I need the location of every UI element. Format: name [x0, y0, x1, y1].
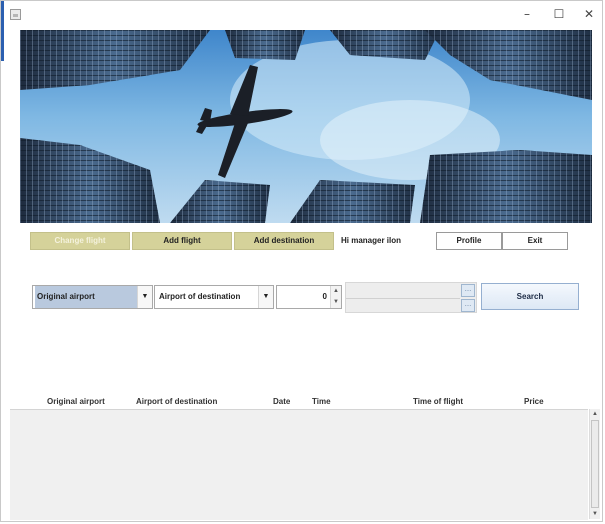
column-price[interactable]: Price: [524, 394, 544, 410]
banner-image: [20, 30, 592, 223]
column-airport-of-destination[interactable]: Airport of destination: [136, 394, 217, 410]
column-date[interactable]: Date: [273, 394, 290, 410]
maximize-button[interactable]: ☐: [550, 6, 568, 22]
passenger-count-value[interactable]: 0: [277, 286, 330, 308]
exit-button[interactable]: Exit: [502, 232, 568, 250]
add-destination-button[interactable]: Add destination: [234, 232, 334, 250]
column-time-of-flight[interactable]: Time of flight: [413, 394, 463, 410]
spinner-down-icon[interactable]: ▼: [330, 297, 341, 308]
app-window: – ☐ ✕ Change flight Add flight Add desti…: [0, 0, 603, 522]
destination-airport-value: Airport of destination: [159, 292, 241, 301]
scrollbar-thumb[interactable]: [591, 420, 599, 508]
search-button[interactable]: Search: [481, 283, 579, 310]
title-bar[interactable]: – ☐ ✕: [1, 1, 604, 27]
add-flight-button[interactable]: Add flight: [132, 232, 232, 250]
airplane-skyscrapers-illustration: [20, 30, 592, 223]
date-picker-button-icon[interactable]: …: [461, 299, 475, 312]
passenger-count-spinner[interactable]: 0 ▲ ▼: [276, 285, 342, 309]
flights-table-header: Original airport Airport of destination …: [10, 394, 596, 410]
scroll-up-icon[interactable]: ▲: [590, 409, 600, 419]
chevron-down-icon[interactable]: ▼: [258, 286, 273, 308]
date-picker-divider: [346, 298, 460, 299]
minimize-button[interactable]: –: [518, 6, 536, 22]
table-scrollbar[interactable]: ▲ ▼: [589, 409, 600, 519]
greeting-label: Hi manager ilon: [341, 236, 402, 245]
change-flight-button[interactable]: Change flight: [30, 232, 130, 250]
origin-airport-select[interactable]: Original airport ▼: [32, 285, 153, 309]
destination-airport-select[interactable]: Airport of destination ▼: [154, 285, 274, 309]
profile-button[interactable]: Profile: [436, 232, 502, 250]
close-button[interactable]: ✕: [580, 6, 598, 22]
date-picker[interactable]: … …: [345, 282, 477, 313]
column-time[interactable]: Time: [312, 394, 331, 410]
origin-airport-value: Original airport: [35, 286, 137, 308]
date-picker-button-icon[interactable]: …: [461, 284, 475, 297]
column-original-airport[interactable]: Original airport: [47, 394, 105, 410]
flights-table-body[interactable]: [10, 409, 588, 520]
chevron-down-icon[interactable]: ▼: [137, 286, 152, 308]
scroll-down-icon[interactable]: ▼: [590, 509, 600, 519]
java-app-icon: [10, 9, 21, 20]
